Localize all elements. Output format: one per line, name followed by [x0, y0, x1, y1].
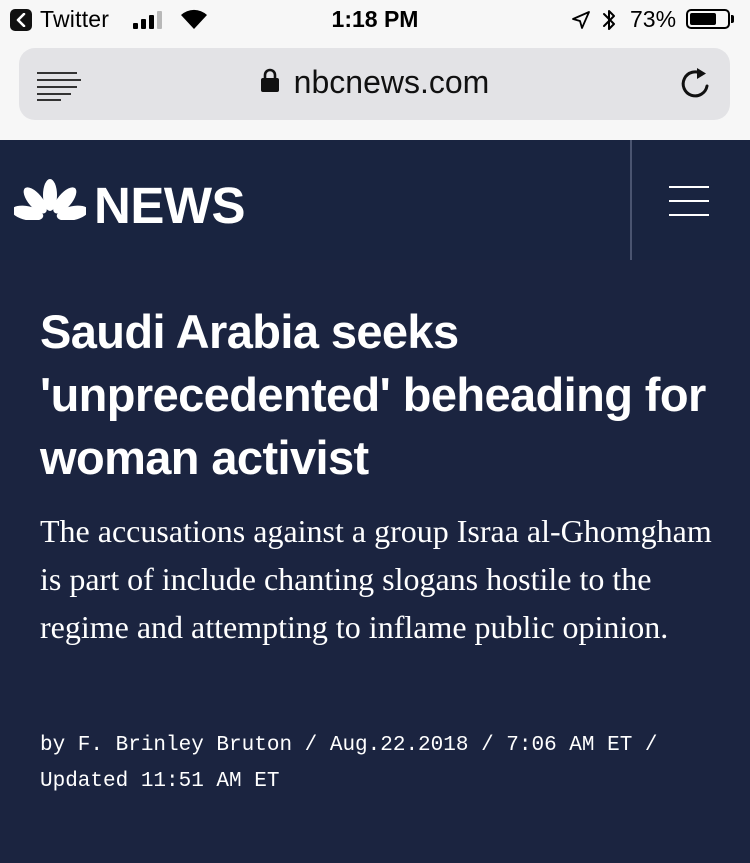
header-divider: [630, 140, 632, 260]
article-headline: Saudi Arabia seeks 'unprecedented' behea…: [40, 305, 706, 484]
battery-nub: [731, 15, 734, 23]
url-display[interactable]: nbcnews.com: [19, 64, 730, 101]
battery-percent: 73%: [630, 6, 677, 32]
article-summary: The accusations against a group Israa al…: [40, 513, 712, 645]
reload-icon[interactable]: [676, 64, 716, 104]
location-arrow-icon: [572, 11, 590, 29]
battery-icon: [686, 9, 730, 29]
hamburger-menu-icon[interactable]: [666, 184, 714, 220]
browser-toolbar: nbcnews.com: [0, 40, 750, 140]
article: Saudi Arabia seeks 'unprecedented' behea…: [0, 260, 750, 863]
site-header: NEWS: [0, 140, 750, 260]
lock-icon: [260, 68, 279, 92]
bluetooth-icon: [603, 10, 615, 30]
article-byline: by F. Brinley Bruton / Aug.22.2018 / 7:0…: [40, 734, 658, 793]
address-bar[interactable]: nbcnews.com: [19, 48, 730, 120]
status-bar: Twitter 1:18 PM 73%: [0, 0, 750, 40]
brand-wordmark[interactable]: NEWS: [94, 176, 246, 235]
url-text: nbcnews.com: [293, 64, 490, 100]
nbc-peacock-icon[interactable]: [14, 178, 86, 220]
